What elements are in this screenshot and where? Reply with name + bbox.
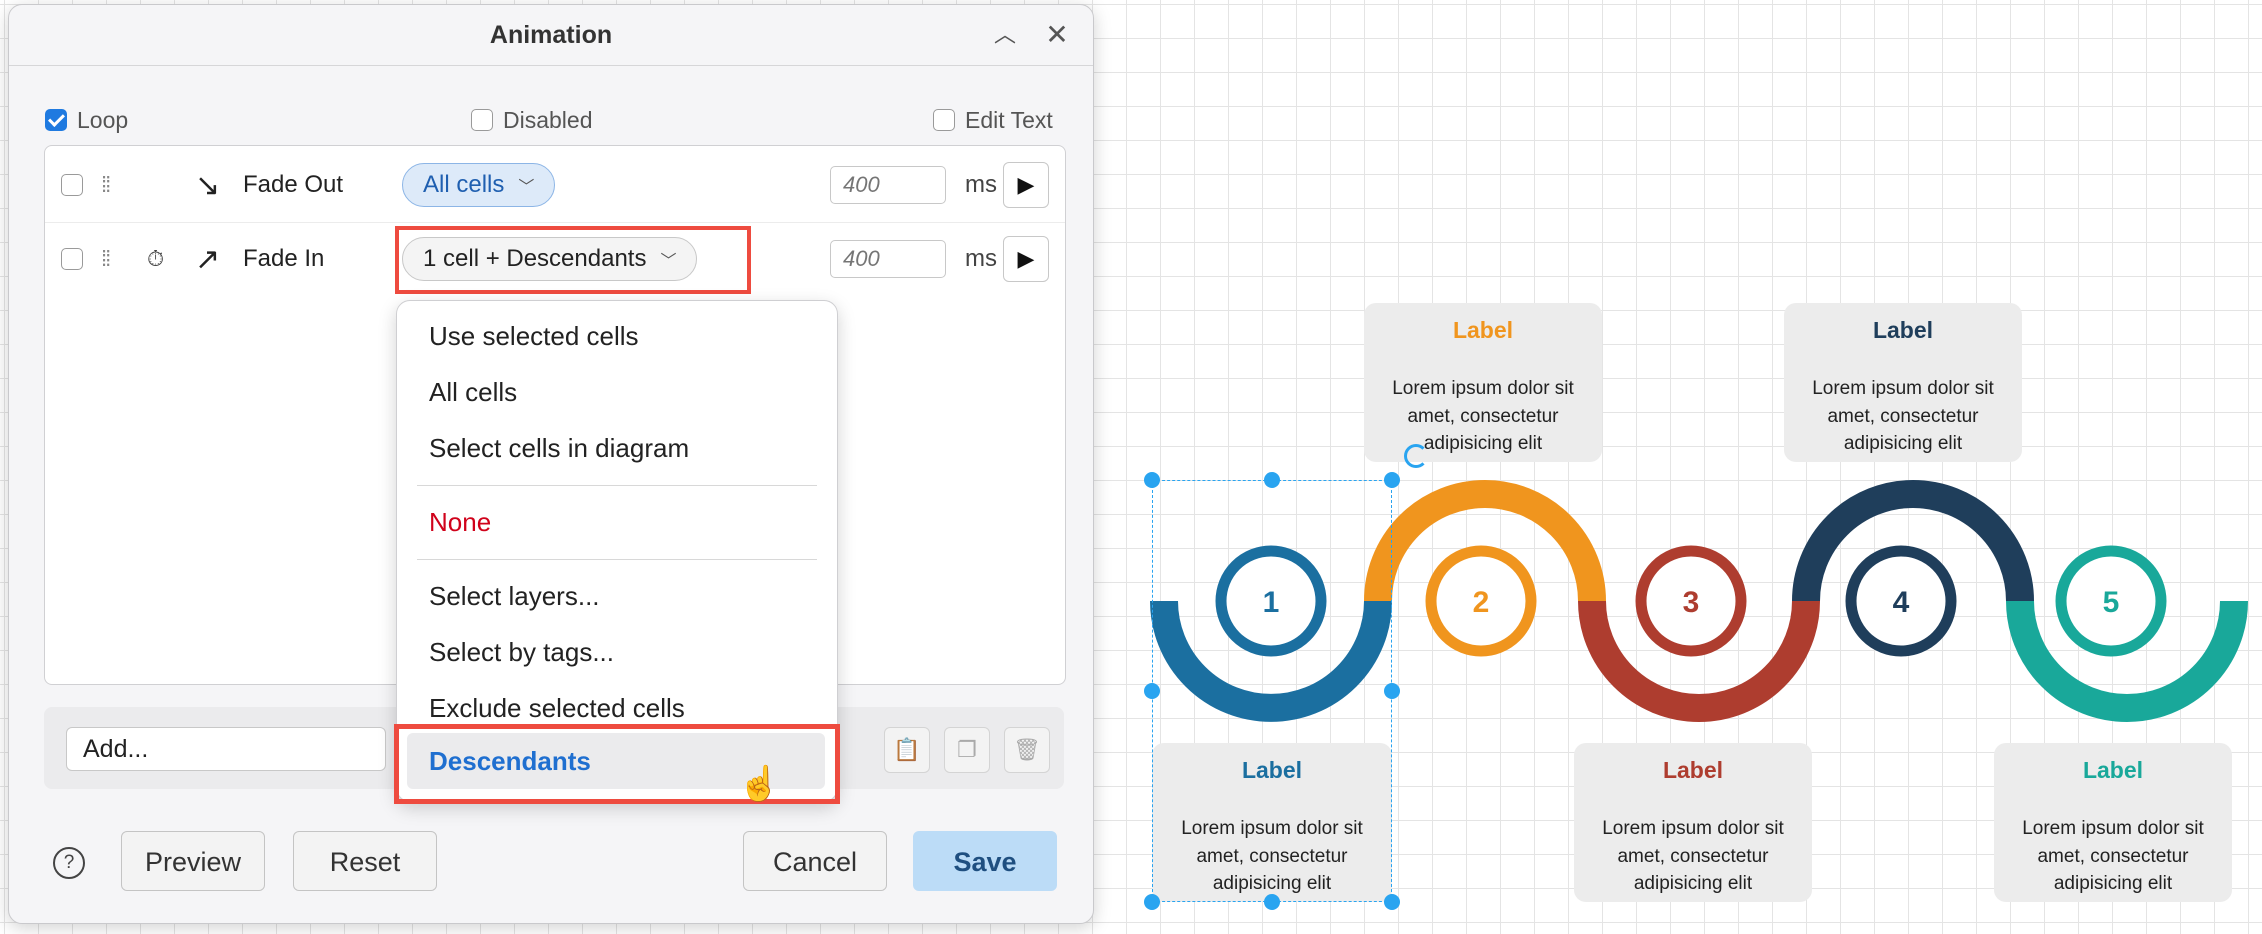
resize-handle-nw[interactable] [1144,472,1160,488]
step-5[interactable]: 5 [2055,545,2167,657]
rotate-handle-icon[interactable] [1404,444,1428,468]
label-box-2[interactable]: Label Lorem ipsum dolor sit amet, consec… [1364,303,1602,462]
fade-in-arrow-icon: ↗ [195,242,221,276]
duration-input[interactable] [830,240,946,278]
menu-item-exclude-selected-cells[interactable]: Exclude selected cells [429,693,685,724]
label-3-title: Label [1663,757,1723,783]
effect-name: Fade In [243,245,325,272]
reset-button[interactable]: Reset [293,831,437,891]
menu-item-use-selected-cells[interactable]: Use selected cells [429,321,639,352]
play-button[interactable]: ▶ [1003,236,1049,282]
label-2-title: Label [1453,317,1513,343]
collapse-icon[interactable]: ︿ [987,17,1023,53]
label-box-5[interactable]: Label Lorem ipsum dolor sit amet, consec… [1994,743,2232,902]
paste-icon[interactable]: 📋 [884,727,930,773]
save-button[interactable]: Save [913,831,1057,891]
resize-handle-sw[interactable] [1144,894,1160,910]
menu-divider [417,559,817,560]
label-2-line-1: Lorem ipsum dolor sit [1392,378,1574,399]
label-2-line-2: amet, consectetur [1407,406,1559,427]
edit-text-option[interactable]: Edit Text [933,103,1053,137]
resize-handle-se[interactable] [1384,894,1400,910]
label-5-line-1: Lorem ipsum dolor sit [2022,818,2204,839]
menu-item-all-cells[interactable]: All cells [429,377,517,408]
menu-item-none[interactable]: None [429,507,491,538]
step-4[interactable]: 4 [1845,545,1957,657]
menu-item-select-by-tags[interactable]: Select by tags... [429,637,614,668]
resize-handle-w[interactable] [1144,683,1160,699]
disabled-checkbox[interactable] [471,109,493,131]
step-3-number: 3 [1683,586,1700,619]
play-button[interactable]: ▶ [1003,162,1049,208]
resize-handle-e[interactable] [1384,683,1400,699]
step-2-number: 2 [1473,586,1490,619]
help-icon[interactable]: ? [53,847,85,879]
label-4-line-2: amet, consectetur [1827,406,1979,427]
row-checkbox[interactable] [61,248,83,270]
disabled-option[interactable]: Disabled [471,103,593,137]
resize-handle-ne[interactable] [1384,472,1400,488]
fade-out-arrow-icon: ↘ [195,168,221,202]
hand-cursor-icon: ☝ [738,765,781,803]
menu-item-select-layers[interactable]: Select layers... [429,581,600,612]
drag-handle-icon[interactable]: ⁞⁞ [101,172,111,198]
target-select-value: All cells [423,171,505,198]
resize-handle-s[interactable] [1264,894,1280,910]
resize-handle-n[interactable] [1264,472,1280,488]
duration-unit: ms [965,245,997,272]
edit-text-label: Edit Text [965,106,1053,133]
selection-outline [1152,480,1392,902]
timer-icon[interactable]: ⏱ [147,246,164,272]
label-5-line-2: amet, consectetur [2037,846,2189,867]
row-checkbox[interactable] [61,174,83,196]
label-5-line-3: adipisicing elit [2054,873,2173,894]
label-3-line-1: Lorem ipsum dolor sit [1602,818,1784,839]
menu-divider [417,485,817,486]
effect-name: Fade Out [243,171,344,198]
dialog-title: Animation [9,5,1093,66]
label-4-line-1: Lorem ipsum dolor sit [1812,378,1994,399]
animation-row[interactable]: ⁞⁞ ↘ Fade Out All cells ﹀ ms ▶ [45,148,1065,223]
edit-text-checkbox[interactable] [933,109,955,131]
duration-unit: ms [965,171,997,198]
drag-handle-icon[interactable]: ⁞⁞ [101,246,111,272]
step-5-number: 5 [2103,586,2120,619]
loop-label: Loop [77,106,129,133]
label-3-line-3: adipisicing elit [1634,873,1753,894]
menu-item-select-cells-in-diagram[interactable]: Select cells in diagram [429,433,689,464]
chevron-down-icon: ﹀ [518,179,535,196]
loop-checkbox[interactable] [45,109,67,131]
close-icon[interactable]: ✕ [1039,17,1075,53]
duration-input[interactable] [830,166,946,204]
target-select[interactable]: All cells ﹀ [402,163,556,207]
label-box-3[interactable]: Label Lorem ipsum dolor sit amet, consec… [1574,743,1812,902]
disabled-label: Disabled [503,106,593,133]
preview-button[interactable]: Preview [121,831,265,891]
label-5-title: Label [2083,757,2143,783]
step-3[interactable]: 3 [1635,545,1747,657]
cancel-button[interactable]: Cancel [743,831,887,891]
label-4-title: Label [1873,317,1933,343]
label-3-line-2: amet, consectetur [1617,846,1769,867]
loop-option[interactable]: Loop [45,103,128,137]
add-select[interactable]: Add... [66,727,386,771]
label-box-4[interactable]: Label Lorem ipsum dolor sit amet, consec… [1784,303,2022,462]
copy-icon[interactable]: ❐ [944,727,990,773]
step-4-number: 4 [1893,586,1910,619]
trash-icon[interactable]: 🗑 [1004,727,1050,773]
label-4-line-3: adipisicing elit [1844,433,1963,454]
step-2[interactable]: 2 [1425,545,1537,657]
label-2-line-3: adipisicing elit [1424,433,1543,454]
highlight-box [395,226,751,294]
